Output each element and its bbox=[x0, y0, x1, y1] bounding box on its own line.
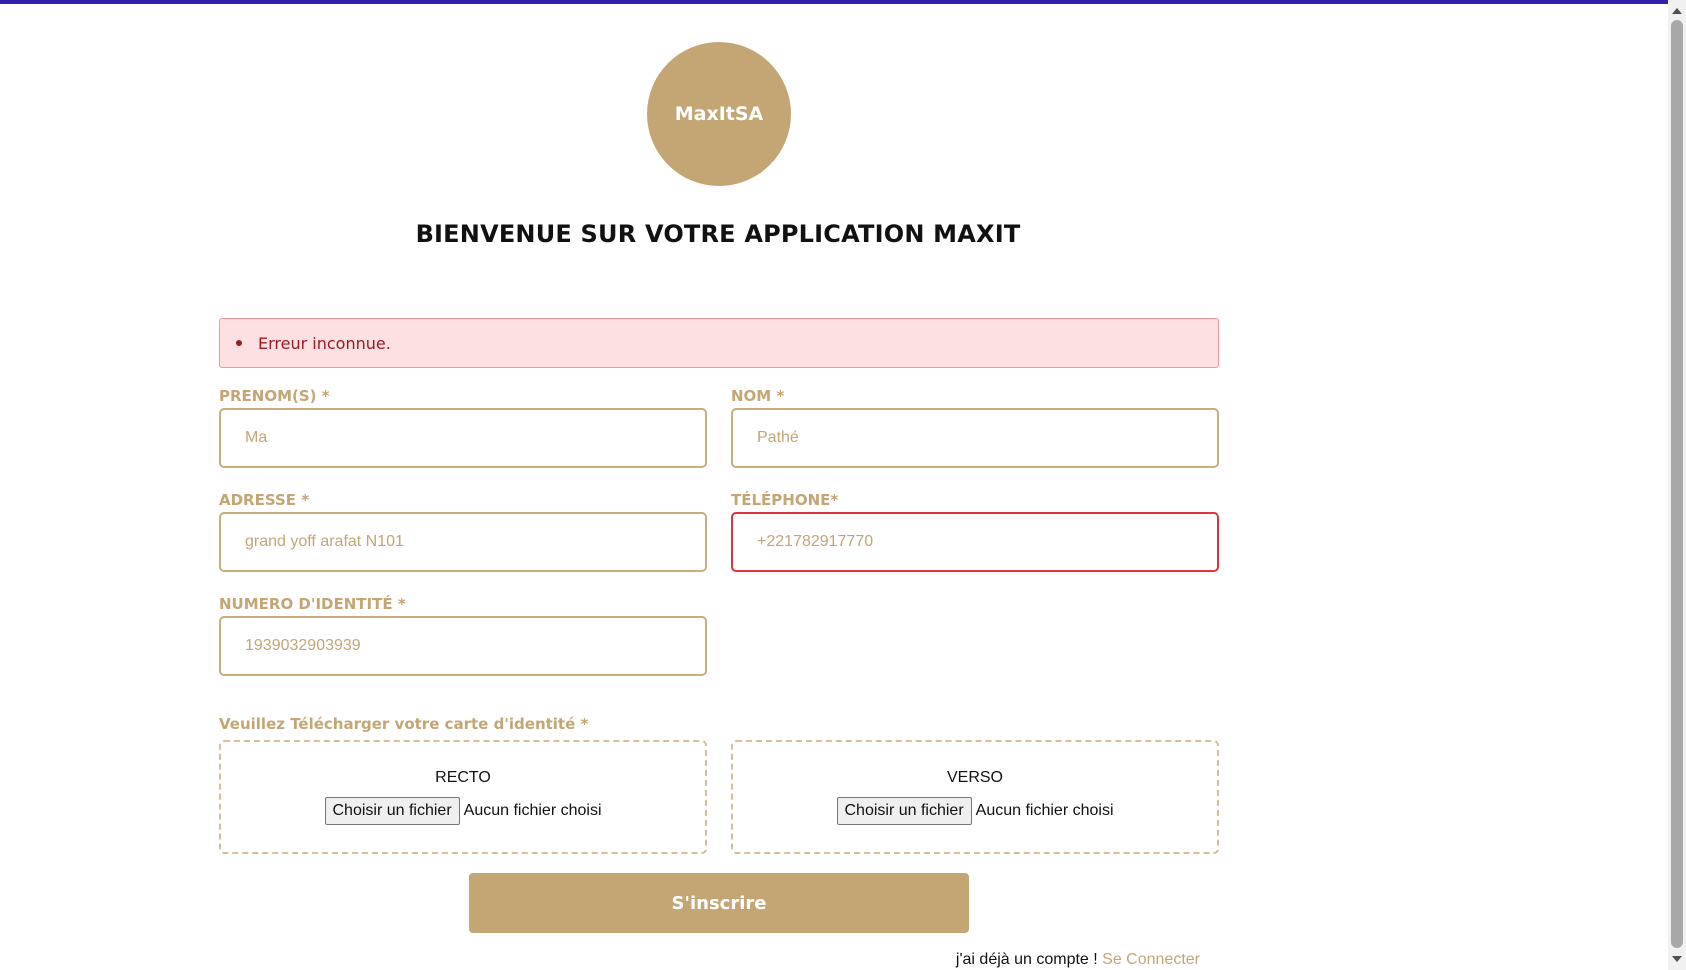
nom-input[interactable]: Pathé bbox=[731, 408, 1219, 468]
adresse-input[interactable]: grand yoff arafat N101 bbox=[219, 512, 707, 572]
telephone-input[interactable]: +221782917770 bbox=[731, 512, 1219, 572]
error-alert: Erreur inconnue. bbox=[219, 318, 1219, 368]
telephone-label: TÉLÉPHONE* bbox=[731, 491, 839, 509]
verso-title: VERSO bbox=[946, 769, 1003, 786]
login-prompt: j'ai déjà un compte ! Se Connecter bbox=[956, 951, 1200, 969]
logo-text: MaxItSA bbox=[674, 103, 764, 125]
app-logo: MaxItSA bbox=[647, 42, 791, 186]
page-title: BIENVENUE SUR VOTRE APPLICATION MAXIT bbox=[415, 220, 1021, 248]
scroll-down-icon[interactable] bbox=[1672, 956, 1682, 962]
verso-upload-zone[interactable]: VERSO Choisir un fichier Aucun fichier c… bbox=[731, 740, 1219, 854]
adresse-label: ADRESSE * bbox=[219, 491, 310, 509]
login-link[interactable]: Se Connecter bbox=[1102, 951, 1200, 968]
numero-identite-input[interactable]: 1939032903939 bbox=[219, 616, 707, 676]
vertical-scrollbar[interactable] bbox=[1668, 0, 1686, 970]
bullet-icon bbox=[236, 340, 242, 346]
verso-file-status: Aucun fichier choisi bbox=[975, 802, 1114, 819]
recto-upload-zone[interactable]: RECTO Choisir un fichier Aucun fichier c… bbox=[219, 740, 707, 854]
register-page: MaxItSA BIENVENUE SUR VOTRE APPLICATION … bbox=[0, 4, 1668, 970]
login-prompt-text: j'ai déjà un compte ! bbox=[955, 951, 1103, 968]
recto-file-input[interactable]: Choisir un fichier Aucun fichier choisi bbox=[324, 797, 602, 825]
numero-identite-label: NUMERO D'IDENTITÉ * bbox=[219, 595, 406, 613]
verso-file-input[interactable]: Choisir un fichier Aucun fichier choisi bbox=[836, 797, 1114, 825]
scroll-up-icon[interactable] bbox=[1672, 8, 1682, 14]
prenom-label: PRENOM(S) * bbox=[219, 387, 330, 405]
scrollbar-thumb[interactable] bbox=[1671, 20, 1683, 948]
signup-button[interactable]: S'inscrire bbox=[469, 873, 969, 933]
verso-choose-file-button[interactable]: Choisir un fichier bbox=[836, 797, 972, 825]
prenom-input[interactable]: Ma bbox=[219, 408, 707, 468]
recto-choose-file-button[interactable]: Choisir un fichier bbox=[324, 797, 460, 825]
nom-label: NOM * bbox=[731, 387, 785, 405]
error-message: Erreur inconnue. bbox=[258, 333, 391, 353]
upload-label: Veuillez Télécharger votre carte d'ident… bbox=[219, 715, 589, 733]
recto-title: RECTO bbox=[435, 769, 491, 786]
recto-file-status: Aucun fichier choisi bbox=[463, 802, 602, 819]
